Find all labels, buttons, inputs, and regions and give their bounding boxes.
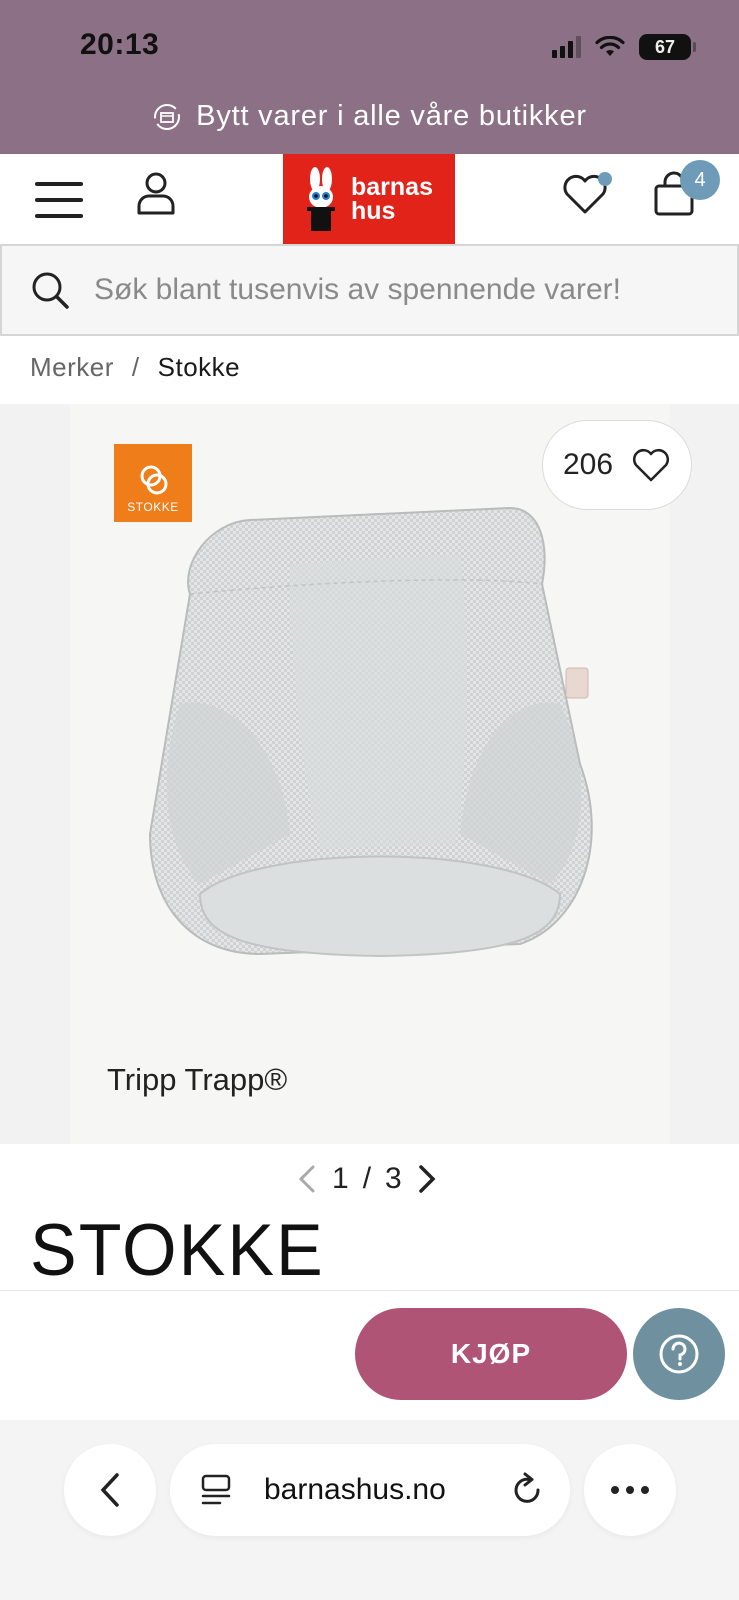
search-input[interactable]: Søk blant tusenvis av spennende varer!	[94, 273, 621, 307]
battery-icon: 67	[639, 34, 696, 60]
cellular-signal-icon	[552, 36, 581, 58]
divider	[0, 1290, 739, 1291]
tab-layout-icon	[201, 1474, 231, 1505]
chevron-left-icon[interactable]	[296, 1164, 318, 1194]
account-icon[interactable]	[135, 170, 177, 216]
help-button[interactable]	[633, 1308, 725, 1400]
like-count: 206	[562, 448, 614, 481]
status-icons: 67	[552, 34, 696, 60]
search-bar[interactable]: Søk blant tusenvis av spennende varer!	[0, 244, 739, 336]
stokke-logo-icon	[140, 465, 168, 495]
chevron-right-icon[interactable]	[416, 1164, 438, 1194]
battery-level: 67	[654, 36, 676, 57]
promo-text: Bytt varer i alle våre butikker	[196, 100, 587, 132]
product-caption: Tripp Trapp®	[107, 1062, 288, 1097]
heart-icon	[633, 449, 670, 482]
more-dots-icon	[611, 1486, 649, 1494]
pager-total: 3	[385, 1162, 402, 1195]
product-gallery[interactable]: STOKKE 206 Tripp Trapp®	[0, 404, 739, 1144]
search-icon	[32, 272, 69, 309]
wifi-icon	[595, 36, 625, 56]
browser-url-text: barnashus.no	[264, 1473, 446, 1506]
browser-toolbar: barnashus.no	[0, 1420, 739, 1600]
wishlist-indicator-dot	[598, 172, 612, 186]
breadcrumb-current: Stokke	[157, 352, 241, 382]
chevron-left-icon	[100, 1473, 119, 1507]
breadcrumb-separator: /	[131, 352, 140, 382]
image-pager: 1 / 3	[296, 1162, 438, 1196]
site-header: barnas hus	[0, 154, 739, 244]
breadcrumb-link-merker[interactable]: Merker	[30, 352, 114, 383]
status-time: 20:13	[80, 28, 160, 61]
browser-address-bar[interactable]: barnashus.no	[170, 1444, 570, 1536]
product-image-cushion	[148, 506, 593, 958]
cart-count-badge: 4	[680, 160, 720, 200]
pager-separator: /	[362, 1162, 372, 1195]
rabbit-hat-icon	[307, 167, 335, 231]
exchange-icon	[154, 103, 181, 130]
logo-text-line1: barnas	[351, 173, 433, 201]
site-logo[interactable]: barnas hus	[283, 154, 455, 244]
buy-button[interactable]: KJØP	[355, 1308, 627, 1400]
brand-wordmark[interactable]: STOKKE	[30, 1208, 325, 1292]
question-circle-icon	[659, 1334, 699, 1374]
menu-button[interactable]	[35, 182, 83, 218]
like-button[interactable]: 206	[542, 420, 692, 510]
reload-icon[interactable]	[510, 1472, 544, 1508]
pager-current: 1	[332, 1162, 349, 1195]
logo-text-line2: hus	[351, 197, 396, 225]
browser-back-button[interactable]	[64, 1444, 156, 1536]
breadcrumb: Merker / Stokke	[30, 352, 240, 383]
browser-more-button[interactable]	[584, 1444, 676, 1536]
promo-banner[interactable]: Bytt varer i alle våre butikker	[0, 100, 739, 133]
